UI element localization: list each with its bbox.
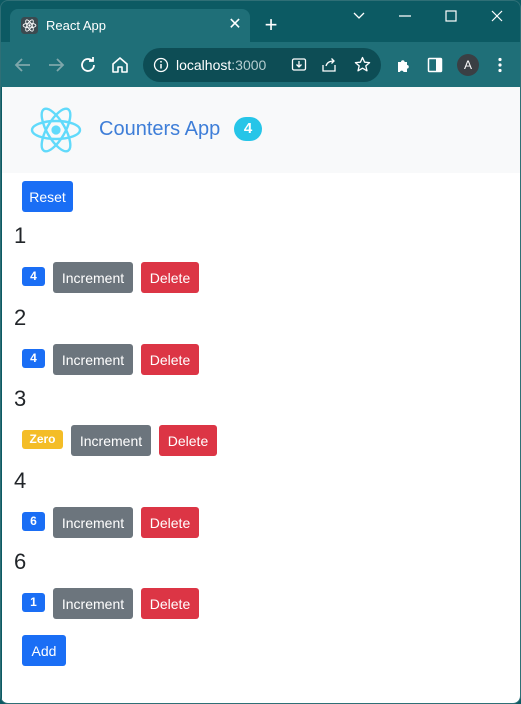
back-arrow-icon[interactable] [11,53,35,77]
url-host: localhost [176,57,232,73]
reset-button[interactable]: Reset [22,181,73,212]
url-text: localhost:3000 [176,57,266,73]
increment-button[interactable]: Increment [53,262,133,293]
url-port: :3000 [231,57,267,73]
delete-button[interactable]: Delete [141,588,199,619]
home-icon[interactable] [108,53,132,77]
browser-toolbar: localhost:3000 A [1,42,520,87]
app-navbar: Counters App 4 [2,87,520,173]
new-tab-icon[interactable]: + [260,14,282,36]
react-logo-icon [30,107,82,153]
counter-value-badge: 1 [22,593,45,612]
address-bar[interactable]: localhost:3000 [143,48,381,82]
counter-heading: 1 [14,223,27,248]
counter-heading: 4 [14,468,27,493]
delete-button[interactable]: Delete [141,507,199,538]
profile-avatar[interactable]: A [457,54,479,76]
side-panel-icon[interactable] [423,53,447,77]
react-favicon-icon [21,17,38,34]
counter-value-badge: 4 [22,267,45,286]
delete-button[interactable]: Delete [141,344,199,375]
increment-button[interactable]: Increment [71,425,151,456]
chevron-down-icon[interactable] [336,1,382,31]
counter-heading: 2 [14,305,27,330]
forward-arrow-icon[interactable] [44,53,68,77]
tab-strip: React App ✕ + [1,1,520,42]
install-app-icon[interactable] [291,57,307,73]
share-icon[interactable] [321,57,337,73]
delete-button[interactable]: Delete [159,425,217,456]
reload-icon[interactable] [76,53,100,77]
increment-button[interactable]: Increment [53,344,133,375]
add-button[interactable]: Add [22,635,66,666]
increment-button[interactable]: Increment [53,507,133,538]
site-info-icon[interactable] [153,57,169,73]
tab-react-app[interactable]: React App ✕ [10,9,250,42]
close-tab-icon[interactable]: ✕ [226,16,244,34]
maximize-icon[interactable] [428,1,474,31]
increment-button[interactable]: Increment [53,588,133,619]
minimize-icon[interactable] [382,1,428,31]
page-content: Counters App 4 Reset 1 4 Increment Delete 2 4… [2,87,520,703]
more-menu-icon[interactable] [488,53,512,77]
counter-value-badge: 4 [22,349,45,368]
total-counters-badge: 4 [234,117,262,141]
counter-value-badge: Zero [22,430,63,449]
window-close-icon[interactable] [474,1,520,31]
counter-heading: 3 [14,386,27,411]
bookmark-star-icon[interactable] [354,56,371,73]
delete-button[interactable]: Delete [141,262,199,293]
tab-title: React App [46,18,106,33]
counter-value-badge: 6 [22,512,45,531]
browser-window: React App ✕ + localhost:3000 A Counters … [0,0,521,704]
app-title[interactable]: Counters App [99,118,220,141]
extensions-icon[interactable] [391,53,415,77]
counter-heading: 6 [14,549,27,574]
